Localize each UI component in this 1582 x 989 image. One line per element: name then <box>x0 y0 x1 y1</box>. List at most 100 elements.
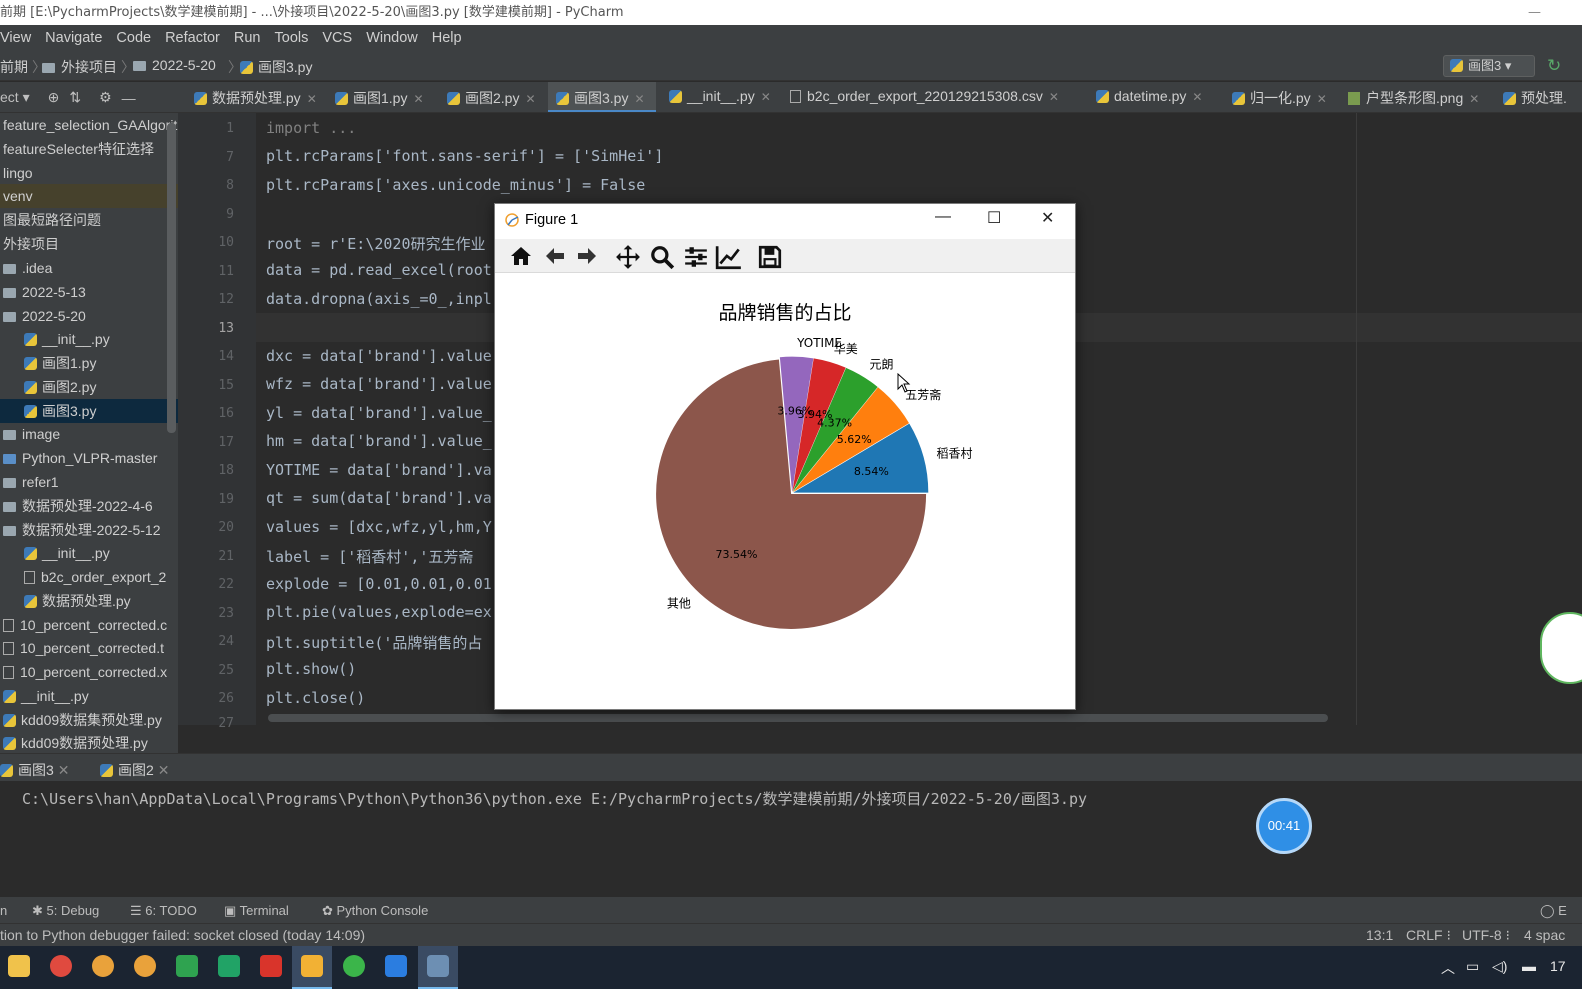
wechat-icon[interactable] <box>343 955 365 977</box>
tree-folder[interactable]: 数据预处理-2022-4-6 <box>0 494 178 518</box>
tree-item[interactable]: featureSelecter特征选择 <box>0 137 178 161</box>
indent-setting[interactable]: 4 spac <box>1524 927 1565 943</box>
tree-folder[interactable]: refer1 <box>0 470 178 494</box>
edit-axis-icon[interactable] <box>715 244 743 270</box>
close-icon[interactable]: ✕ <box>761 90 771 104</box>
close-icon[interactable]: ✕ <box>307 92 317 106</box>
home-icon[interactable] <box>509 244 533 268</box>
tree-file[interactable]: __init__.py <box>0 684 178 708</box>
close-icon[interactable]: ✕ <box>158 762 170 778</box>
tab-data-preprocess[interactable]: 数据预处理.py ✕ <box>186 82 317 112</box>
tree-file[interactable]: 10_percent_corrected.t <box>0 636 178 660</box>
chrome-icon[interactable] <box>92 955 114 977</box>
close-icon[interactable]: ✕ <box>413 92 423 106</box>
tree-folder[interactable]: 数据预处理-2022-5-12 <box>0 518 178 542</box>
project-scrollbar[interactable] <box>167 123 176 433</box>
tree-item[interactable]: lingo <box>0 161 178 185</box>
close-icon[interactable]: ✕ <box>1469 92 1479 106</box>
figure-canvas[interactable]: 品牌销售的占比 稻香村 8.54% 五芳斋 5.62% 元朗 4.37% 华美 3.94% YO… <box>495 273 1075 709</box>
close-icon[interactable]: ✕ <box>1192 90 1202 104</box>
tab-csv[interactable]: b2c_order_export_220129215308.csv ✕ <box>782 82 1059 112</box>
file-explorer-icon[interactable] <box>8 955 30 977</box>
tree-item[interactable]: 外接项目 <box>0 232 178 256</box>
network-icon[interactable]: ▭ <box>1466 958 1479 975</box>
tree-file[interactable]: b2c_order_export_2 <box>0 565 178 589</box>
menu-tools[interactable]: Tools <box>275 30 309 46</box>
tab-datetime[interactable]: datetime.py ✕ <box>1088 82 1202 112</box>
zoom-icon[interactable] <box>649 244 675 270</box>
breadcrumb-file[interactable]: 画图3.py <box>240 57 312 77</box>
menu-window[interactable]: Window <box>366 30 418 46</box>
menu-run[interactable]: Run <box>234 30 261 46</box>
tree-file-selected[interactable]: 画图3.py <box>0 399 178 423</box>
tab-plot2[interactable]: 画图2.py ✕ <box>439 82 536 112</box>
rerun-icon[interactable]: ↻ <box>1547 56 1561 76</box>
run-console[interactable]: C:\Users\han\AppData\Local\Programs\Pyth… <box>0 781 1582 897</box>
tree-file[interactable]: 画图2.py <box>0 375 178 399</box>
file-encoding[interactable]: UTF-8 ⁝ <box>1462 927 1510 944</box>
tray-chevron-up-icon[interactable]: ︿ <box>1441 958 1455 978</box>
tab-plot3[interactable]: 画图3.py ✕ <box>548 82 656 112</box>
python-icon[interactable] <box>301 955 323 977</box>
clock[interactable]: 17 <box>1550 958 1566 974</box>
close-icon[interactable]: ✕ <box>1317 92 1327 106</box>
back-icon[interactable] <box>543 244 567 268</box>
tree-folder[interactable]: 2022-5-20 <box>0 304 178 328</box>
caret-position[interactable]: 13:1 <box>1366 927 1393 943</box>
menu-view[interactable]: View <box>0 30 31 46</box>
python-console-tool-button[interactable]: ✿ Python Console <box>322 903 428 919</box>
menu-code[interactable]: Code <box>116 30 151 46</box>
editor-horizontal-scrollbar[interactable] <box>268 714 1328 722</box>
maximize-button[interactable]: ☐ <box>987 208 1001 228</box>
event-log-button[interactable]: ◯ E <box>1540 903 1567 919</box>
run-tab-plot3[interactable]: 画图3 ✕ <box>0 760 69 780</box>
browser-icon[interactable] <box>50 955 72 977</box>
hide-icon[interactable]: — <box>122 90 136 106</box>
menu-navigate[interactable]: Navigate <box>45 30 102 46</box>
run-configuration-select[interactable]: 画图3 ▾ <box>1443 55 1535 77</box>
debug-tool-button[interactable]: ✱ 5: Debug <box>32 903 99 919</box>
close-icon[interactable]: ✕ <box>634 92 644 106</box>
tab-plot1[interactable]: 画图1.py ✕ <box>327 82 424 112</box>
floating-gauge-widget[interactable] <box>1540 612 1582 684</box>
pycharm-icon[interactable] <box>176 955 198 977</box>
tab-preprocess2[interactable]: 预处理. <box>1495 82 1567 112</box>
breadcrumb-folder[interactable]: 2022-5-20 <box>133 57 216 73</box>
figure-window-icon[interactable] <box>427 955 449 977</box>
tree-file[interactable]: 画图1.py <box>0 351 178 375</box>
locate-icon[interactable]: ⊕ <box>48 89 60 106</box>
tree-item[interactable]: 图最短路径问题 <box>0 208 178 232</box>
volume-icon[interactable]: ◁) <box>1492 958 1507 975</box>
tree-item[interactable]: feature_selection_GAAlgorithm <box>0 113 178 137</box>
close-icon[interactable]: ✕ <box>1049 90 1059 104</box>
minimize-button[interactable]: — <box>935 208 951 226</box>
project-view-select[interactable]: ect ▾ <box>0 89 30 106</box>
close-button[interactable]: ✕ <box>1041 208 1054 228</box>
tab-bar-png[interactable]: 户型条形图.png ✕ <box>1340 82 1479 112</box>
menu-vcs[interactable]: VCS <box>322 30 352 46</box>
minimize-button[interactable]: — <box>1528 0 1544 25</box>
status-message[interactable]: tion to Python debugger failed: socket c… <box>0 927 365 943</box>
recording-timer[interactable]: 00:41 <box>1256 798 1312 854</box>
tree-folder[interactable]: .idea <box>0 256 178 280</box>
configure-icon[interactable] <box>683 244 709 270</box>
chrome-icon[interactable] <box>134 955 156 977</box>
tree-folder[interactable]: 2022-5-13 <box>0 280 178 304</box>
tree-file[interactable]: kdd09数据集预处理.py <box>0 708 178 732</box>
run-tool-button[interactable]: n <box>0 903 7 918</box>
tab-init[interactable]: __init__.py ✕ <box>661 82 771 112</box>
tree-folder[interactable]: image <box>0 422 178 446</box>
tree-file[interactable]: __init__.py <box>0 327 178 351</box>
terminal-tool-button[interactable]: ▣ Terminal <box>224 903 289 919</box>
tree-file[interactable]: 10_percent_corrected.c <box>0 613 178 637</box>
run-tab-plot2[interactable]: 画图2 ✕ <box>100 760 169 780</box>
menu-help[interactable]: Help <box>432 30 462 46</box>
tree-folder[interactable]: Python_VLPR-master <box>0 446 178 470</box>
battery-icon[interactable]: ▬ <box>1522 958 1536 974</box>
save-icon[interactable] <box>757 244 783 270</box>
breadcrumb-folder[interactable]: 外接项目 <box>42 57 117 77</box>
tree-file[interactable]: __init__.py <box>0 541 178 565</box>
tree-file[interactable]: 数据预处理.py <box>0 589 178 613</box>
line-separator[interactable]: CRLF ⁝ <box>1406 927 1451 944</box>
breadcrumb-project[interactable]: 前期 <box>0 57 28 77</box>
